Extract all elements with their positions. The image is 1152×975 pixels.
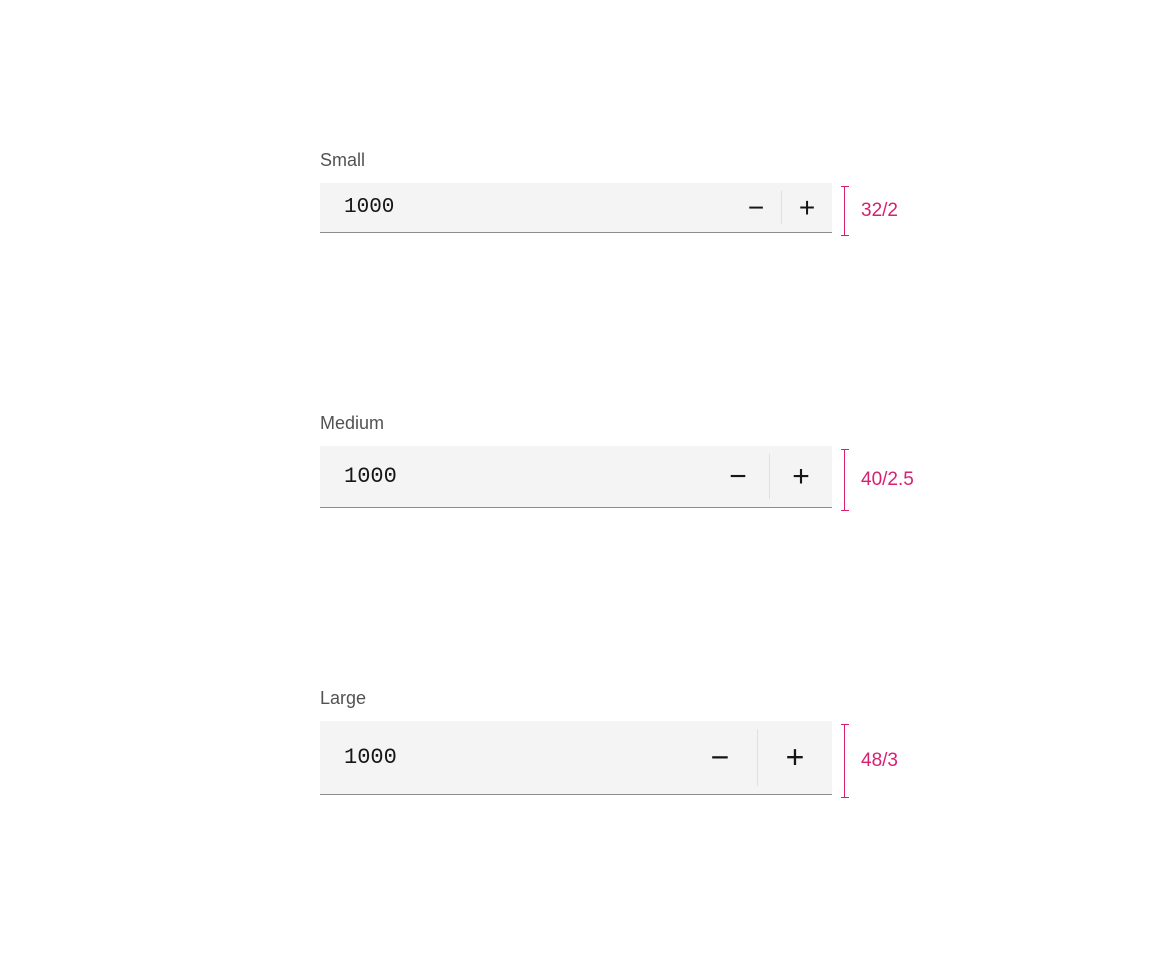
stepper-value[interactable]: 1000 bbox=[320, 446, 707, 507]
decrement-button[interactable]: − bbox=[731, 183, 781, 232]
minus-icon: − bbox=[729, 460, 747, 494]
dimension-value: 40/2.5 bbox=[861, 469, 914, 491]
variant-label-medium: Medium bbox=[320, 413, 832, 434]
increment-button[interactable]: + bbox=[758, 721, 832, 794]
number-stepper-medium: 1000 − + bbox=[320, 446, 832, 508]
plus-icon: + bbox=[792, 460, 810, 494]
number-stepper-small: 1000 − + bbox=[320, 183, 832, 233]
dimension-annotation-small: 32/2 bbox=[841, 186, 898, 236]
measure-bracket-icon bbox=[841, 186, 849, 236]
dimension-annotation-medium: 40/2.5 bbox=[841, 449, 914, 511]
decrement-button[interactable]: − bbox=[707, 446, 769, 507]
measure-bracket-icon bbox=[841, 724, 849, 798]
stepper-controls: − + bbox=[731, 183, 832, 232]
stepper-value[interactable]: 1000 bbox=[320, 721, 683, 794]
plus-icon: + bbox=[786, 739, 805, 776]
increment-button[interactable]: + bbox=[782, 183, 832, 232]
variant-large: Large 1000 − + 48/3 bbox=[320, 688, 832, 795]
minus-icon: − bbox=[711, 739, 730, 776]
variant-medium: Medium 1000 − + 40/2.5 bbox=[320, 413, 832, 508]
decrement-button[interactable]: − bbox=[683, 721, 757, 794]
plus-icon: + bbox=[799, 192, 815, 224]
dimension-annotation-large: 48/3 bbox=[841, 724, 898, 798]
dimension-value: 48/3 bbox=[861, 750, 898, 772]
variant-label-large: Large bbox=[320, 688, 832, 709]
minus-icon: − bbox=[748, 192, 764, 224]
number-stepper-large: 1000 − + bbox=[320, 721, 832, 795]
stepper-controls: − + bbox=[707, 446, 832, 507]
variant-small: Small 1000 − + 32/2 bbox=[320, 150, 832, 233]
stepper-value[interactable]: 1000 bbox=[320, 183, 731, 232]
stepper-controls: − + bbox=[683, 721, 832, 794]
dimension-value: 32/2 bbox=[861, 200, 898, 222]
measure-bracket-icon bbox=[841, 449, 849, 511]
increment-button[interactable]: + bbox=[770, 446, 832, 507]
variant-label-small: Small bbox=[320, 150, 832, 171]
